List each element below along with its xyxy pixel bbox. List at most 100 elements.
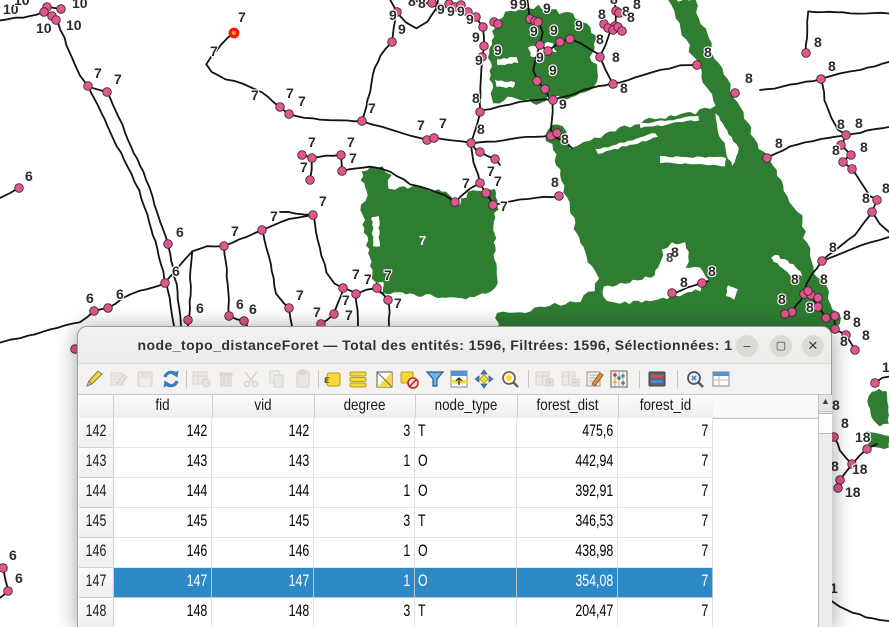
svg-text:7: 7 [251,87,259,103]
svg-text:10: 10 [72,0,88,11]
svg-text:6: 6 [176,224,184,240]
svg-text:7: 7 [298,93,306,109]
svg-text:8: 8 [832,397,840,413]
svg-text:8: 8 [828,58,836,74]
svg-text:7: 7 [500,198,508,214]
svg-text:6: 6 [172,263,180,279]
svg-text:9: 9 [559,96,567,112]
svg-text:6: 6 [236,296,244,312]
svg-text:1: 1 [882,359,889,375]
svg-text:6: 6 [249,301,257,317]
svg-text:7: 7 [286,85,294,101]
svg-text:9: 9 [389,7,397,23]
svg-text:7: 7 [231,223,239,239]
svg-text:8: 8 [814,34,822,50]
svg-text:18: 18 [845,484,861,500]
svg-text:6: 6 [9,547,17,563]
svg-text:9: 9 [398,21,406,37]
svg-text:8: 8 [832,142,840,158]
svg-text:7: 7 [238,9,246,25]
svg-text:8: 8 [829,239,837,255]
svg-text:7: 7 [313,304,321,320]
svg-text:8: 8 [860,139,868,155]
svg-text:8: 8 [596,31,604,47]
svg-text:7: 7 [462,175,470,191]
svg-text:9: 9 [466,11,474,27]
svg-text:7: 7 [347,134,355,150]
svg-text:8: 8 [561,131,569,147]
svg-text:10: 10 [66,17,82,33]
svg-text:ε: ε [324,371,330,386]
svg-text:8: 8 [841,415,849,431]
svg-text:8: 8 [791,271,799,287]
svg-text:8: 8 [806,299,814,315]
svg-text:8: 8 [862,327,870,343]
svg-text:8: 8 [745,70,753,86]
svg-text:6: 6 [86,290,94,306]
svg-text:8: 8 [882,180,889,196]
svg-text:6: 6 [196,300,204,316]
svg-text:9: 9 [530,23,538,39]
svg-text:8: 8 [820,271,828,287]
svg-text:7: 7 [345,307,353,323]
svg-text:9: 9 [575,17,583,33]
svg-text:7: 7 [210,43,218,59]
svg-text:8: 8 [831,458,839,474]
svg-text:7: 7 [342,292,350,308]
svg-text:7: 7 [439,115,447,131]
svg-text:8: 8 [778,291,786,307]
svg-text:6: 6 [15,570,23,586]
svg-text:7: 7 [364,271,372,287]
svg-text:9: 9 [475,52,483,68]
svg-text:18: 18 [852,461,868,477]
svg-text:8: 8 [620,80,628,96]
svg-text:7: 7 [494,173,502,189]
svg-text:8: 8 [477,121,485,137]
svg-text:8: 8 [666,250,673,265]
svg-text:6: 6 [116,286,124,302]
svg-text:7: 7 [270,208,278,224]
svg-text:9: 9 [447,3,455,19]
svg-text:9: 9 [457,3,465,19]
svg-text:9: 9 [472,29,480,45]
svg-text:7: 7 [419,233,426,248]
svg-text:7: 7 [349,150,357,166]
svg-text:8: 8 [627,9,635,25]
svg-text:8: 8 [840,333,848,349]
svg-text:8: 8 [612,49,620,65]
svg-text:8: 8 [708,263,716,279]
svg-text:9: 9 [519,0,527,12]
svg-text:8: 8 [843,307,851,323]
svg-text:8: 8 [408,0,416,9]
svg-text:9: 9 [437,1,445,17]
svg-text:18: 18 [855,429,871,445]
svg-text:7: 7 [296,287,304,303]
svg-text:8: 8 [418,0,426,11]
svg-text:8: 8 [775,135,783,151]
svg-text:8: 8 [551,174,559,190]
svg-text:7: 7 [319,193,327,209]
svg-text:7: 7 [417,117,425,133]
svg-text:8: 8 [862,190,870,206]
svg-text:9: 9 [494,42,502,58]
svg-text:8: 8 [704,44,712,60]
svg-text:7: 7 [384,267,392,283]
svg-text:9: 9 [549,62,557,78]
svg-text:8: 8 [598,6,606,22]
svg-text:7: 7 [94,65,102,81]
svg-text:6: 6 [25,168,33,184]
svg-text:10: 10 [14,0,30,8]
svg-text:10: 10 [36,20,52,36]
svg-text:8: 8 [855,115,863,131]
svg-text:8: 8 [472,90,480,106]
svg-text:9: 9 [543,0,551,16]
svg-text:9: 9 [550,22,558,38]
svg-text:8: 8 [610,0,618,7]
svg-text:8: 8 [837,116,845,132]
svg-text:8: 8 [680,274,688,290]
svg-text:7: 7 [300,159,308,175]
svg-text:7: 7 [308,134,316,150]
svg-text:7: 7 [352,266,360,282]
svg-text:8: 8 [853,314,861,330]
svg-text:7: 7 [368,100,376,116]
